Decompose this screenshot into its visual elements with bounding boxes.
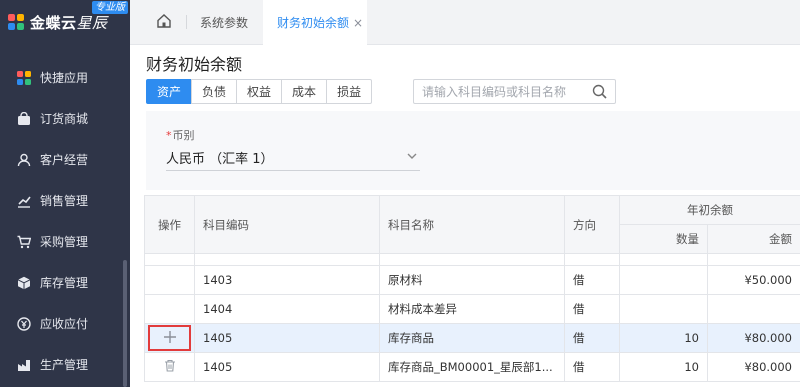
sidebar: 金蝶云星辰 专业版 快捷应用 订货商城 客户经营 销售管理 采购管理 库存管理 … <box>0 0 130 387</box>
grid-apps-icon <box>17 70 31 85</box>
trash-icon[interactable] <box>164 359 176 375</box>
cell-quantity[interactable] <box>619 265 708 295</box>
sales-chart-icon <box>17 194 31 208</box>
sidebar-item-label: 销售管理 <box>40 194 89 208</box>
category-tabs: 资产 负债 权益 成本 损益 <box>146 79 373 104</box>
sidebar-item-label: 客户经营 <box>40 153 89 167</box>
chevron-down-icon <box>406 150 418 166</box>
header-opening-balance: 年初余额 <box>619 195 800 225</box>
add-row-button[interactable] <box>148 325 191 351</box>
row-op-cell <box>144 294 195 324</box>
cart-icon <box>17 235 31 249</box>
header-quantity: 数量 <box>619 224 708 254</box>
cell-name: 库存商品_BM00001_星辰部1... <box>379 352 565 382</box>
main-content: 财务初始余额 资产 负债 权益 成本 损益 *币别 人民币 （汇率 1） 操作 … <box>130 45 800 387</box>
table-row[interactable]: 1405 库存商品 借 10 ¥80.000 <box>144 323 800 353</box>
currency-select[interactable]: 人民币 （汇率 1） <box>166 145 420 171</box>
search-box <box>413 79 616 104</box>
row-op-cell <box>144 352 195 382</box>
page-title: 财务初始余额 <box>146 55 243 74</box>
shopping-bag-icon <box>17 111 31 126</box>
sidebar-item-sales[interactable]: 销售管理 <box>0 180 130 221</box>
table-row[interactable]: 1404 材料成本差异 借 <box>144 294 800 324</box>
balance-table: 操作 科目编码 科目名称 方向 年初余额 数量 金额 1403 原材料 借 ¥5… <box>144 195 800 382</box>
header-amount: 金额 <box>707 224 800 254</box>
sidebar-item-production[interactable]: 生产管理 <box>0 344 130 385</box>
table-gap <box>144 253 800 266</box>
cell-amount[interactable]: ¥80.000 <box>707 323 800 353</box>
tab-assets[interactable]: 资产 <box>146 79 193 104</box>
kingdee-logo-icon <box>8 13 26 32</box>
sidebar-item-label: 库存管理 <box>40 276 89 290</box>
header-op: 操作 <box>144 195 195 254</box>
tab-bar: 系统参数 财务初始余额 × <box>130 0 800 45</box>
cell-name: 库存商品 <box>379 323 565 353</box>
tab-equity[interactable]: 权益 <box>236 79 283 104</box>
tab-liabilities[interactable]: 负债 <box>191 79 238 104</box>
tab-financial-opening-balance[interactable]: 财务初始余额 × <box>263 0 368 45</box>
search-icon[interactable] <box>592 84 607 102</box>
table-row[interactable]: 1403 原材料 借 ¥50.000 <box>144 265 800 295</box>
sidebar-item-inventory[interactable]: 库存管理 <box>0 262 130 303</box>
cell-quantity[interactable] <box>619 294 708 324</box>
sidebar-item-quick-apps[interactable]: 快捷应用 <box>0 57 130 98</box>
sidebar-item-label: 订货商城 <box>40 112 89 126</box>
table-row[interactable]: 1405 库存商品_BM00001_星辰部1... 借 10 ¥80.000 <box>144 352 800 382</box>
tab-profit-loss[interactable]: 损益 <box>326 79 373 104</box>
home-icon <box>156 13 172 32</box>
tab-cost[interactable]: 成本 <box>281 79 328 104</box>
cell-quantity[interactable]: 10 <box>619 323 708 353</box>
cell-amount[interactable] <box>707 294 800 324</box>
sidebar-item-label: 快捷应用 <box>40 71 89 85</box>
tab-label: 财务初始余额 <box>277 16 350 30</box>
sidebar-item-label: 应收应付 <box>40 317 89 331</box>
sidebar-scrollbar[interactable] <box>123 260 127 387</box>
cell-name: 材料成本差异 <box>379 294 565 324</box>
cell-direction: 借 <box>564 265 620 295</box>
sidebar-item-receivables[interactable]: 应收应付 <box>0 303 130 344</box>
cell-name: 原材料 <box>379 265 565 295</box>
customer-icon <box>17 153 31 167</box>
tab-home[interactable] <box>144 0 184 44</box>
sidebar-item-label: 生产管理 <box>40 358 89 372</box>
sidebar-item-order-mall[interactable]: 订货商城 <box>0 98 130 139</box>
box-icon <box>17 276 31 290</box>
sidebar-item-purchase[interactable]: 采购管理 <box>0 221 130 262</box>
currency-field: *币别 人民币 （汇率 1） <box>166 127 420 171</box>
cell-code: 1405 <box>194 352 380 382</box>
cell-code: 1405 <box>194 323 380 353</box>
brand-logo[interactable]: 金蝶云星辰 专业版 <box>0 0 130 45</box>
money-icon <box>17 316 31 331</box>
production-icon <box>17 358 31 372</box>
search-input[interactable] <box>422 84 587 99</box>
close-icon[interactable]: × <box>353 16 363 30</box>
tab-system-params[interactable]: 系统参数 <box>186 0 262 45</box>
row-op-cell <box>144 323 195 353</box>
header-direction: 方向 <box>564 195 620 254</box>
plus-icon <box>163 330 177 347</box>
cell-amount[interactable]: ¥80.000 <box>707 352 800 382</box>
cell-direction: 借 <box>564 294 620 324</box>
sidebar-nav: 快捷应用 订货商城 客户经营 销售管理 采购管理 库存管理 应收应付 生产管理 <box>0 57 130 385</box>
sidebar-item-customers[interactable]: 客户经营 <box>0 139 130 180</box>
brand-name: 金蝶云星辰 <box>30 14 108 32</box>
edition-badge: 专业版 <box>92 1 128 14</box>
cell-amount[interactable]: ¥50.000 <box>707 265 800 295</box>
sidebar-item-label: 采购管理 <box>40 235 89 249</box>
cell-quantity[interactable]: 10 <box>619 352 708 382</box>
header-name: 科目名称 <box>379 195 565 254</box>
cell-direction: 借 <box>564 323 620 353</box>
currency-value: 人民币 （汇率 1） <box>166 152 274 167</box>
cell-code: 1404 <box>194 294 380 324</box>
header-code: 科目编码 <box>194 195 380 254</box>
row-op-cell <box>144 265 195 295</box>
cell-code: 1403 <box>194 265 380 295</box>
tab-label: 系统参数 <box>200 16 249 30</box>
cell-direction: 借 <box>564 352 620 382</box>
currency-label: *币别 <box>166 129 195 142</box>
